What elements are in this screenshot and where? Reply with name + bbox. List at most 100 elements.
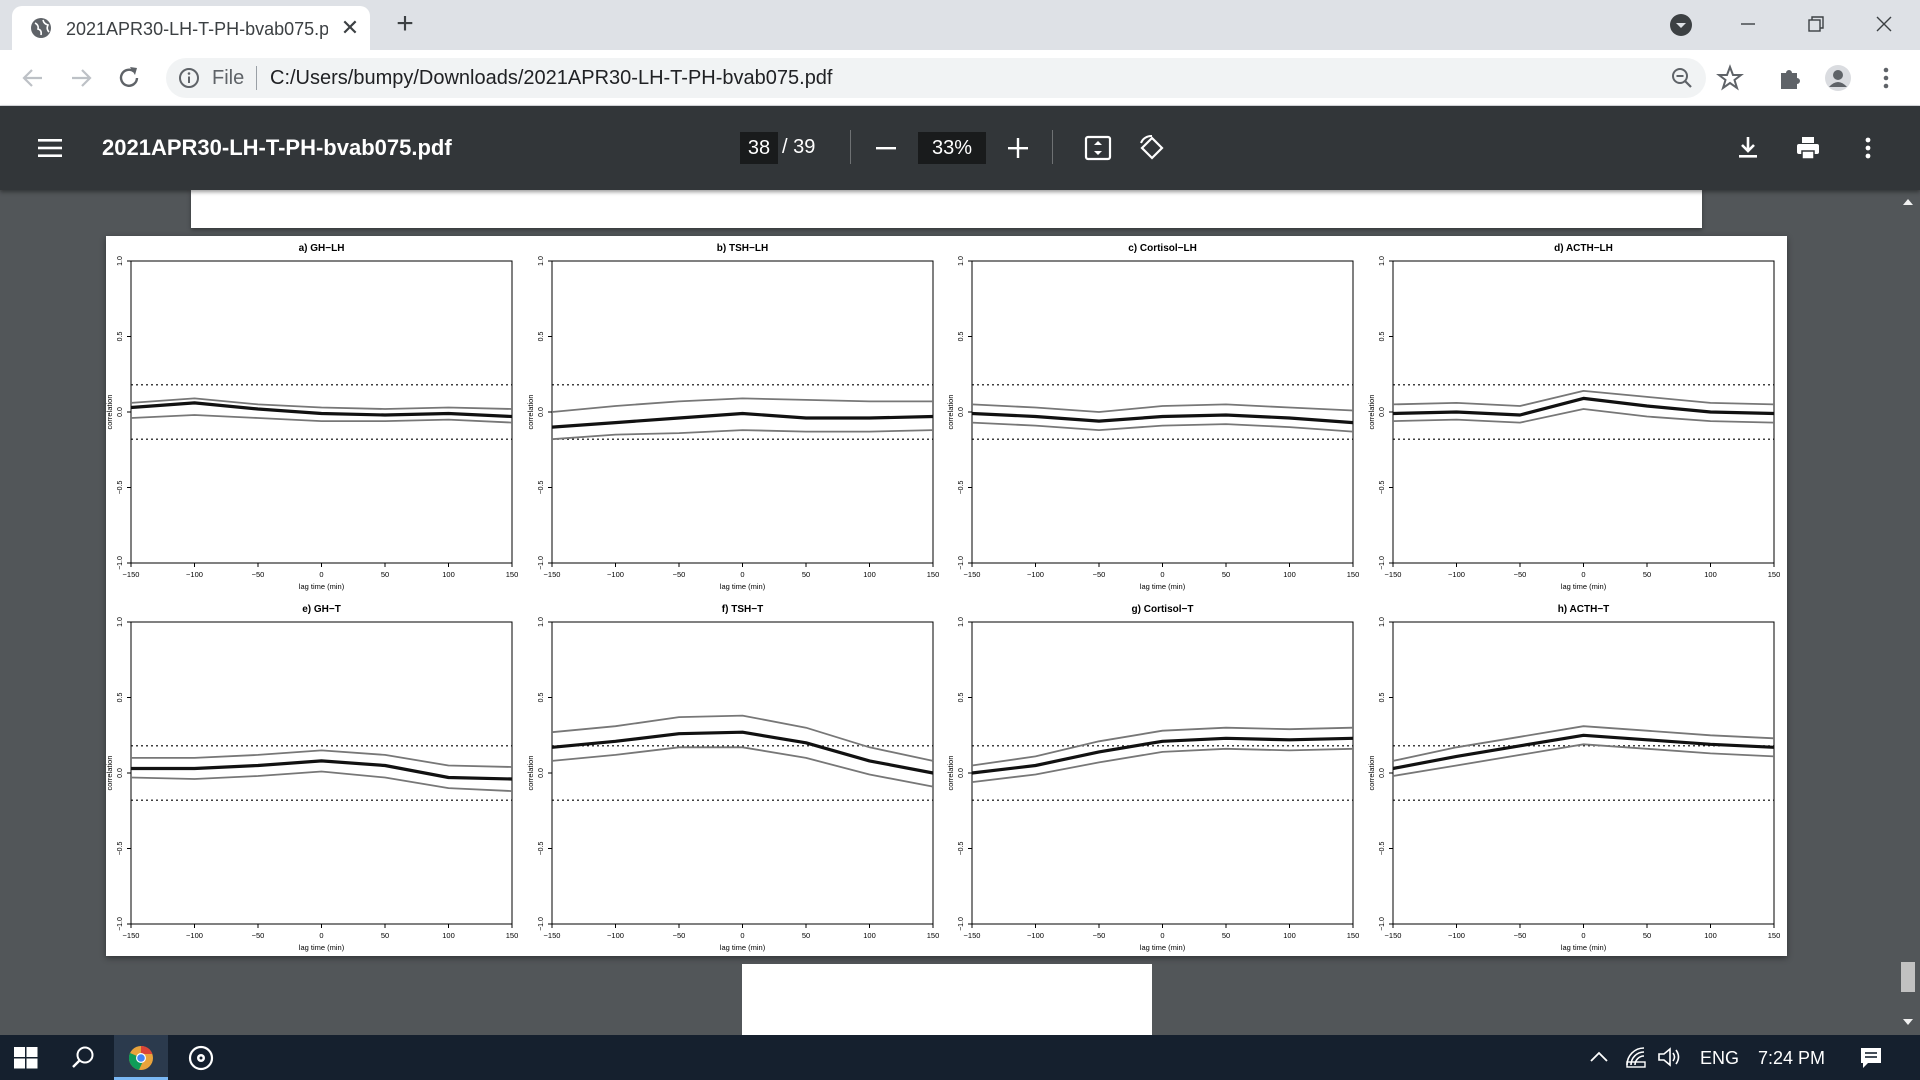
download-icon[interactable]	[1734, 134, 1762, 162]
y-axis-label: correlation	[946, 394, 955, 429]
band-line	[130, 770, 513, 792]
y-tick-label: 1.0	[117, 617, 124, 627]
restore-button[interactable]	[1796, 8, 1836, 38]
chart-title: g) Cortisol−T	[1132, 604, 1194, 615]
band-line	[971, 726, 1354, 767]
scroll-down-icon[interactable]	[1902, 1016, 1914, 1028]
pdf-document-title: 2021APR30-LH-T-PH-bvab075.pdf	[102, 135, 452, 160]
bookmark-star-icon[interactable]	[1716, 64, 1744, 92]
x-tick-label: 100	[1283, 570, 1296, 579]
x-tick-label: 100	[863, 570, 876, 579]
zoom-out-magnifier-icon[interactable]	[1670, 66, 1694, 90]
chart-title: c) Cortisol−LH	[1128, 243, 1197, 254]
network-wifi-icon[interactable]	[1624, 1045, 1648, 1069]
x-tick-label: 50	[802, 570, 810, 579]
y-tick-label: 0.5	[958, 693, 965, 703]
address-bar[interactable]: File C:/Users/bumpy/Downloads/2021APR30-…	[166, 58, 1706, 98]
x-tick-label: 100	[442, 931, 455, 940]
x-tick-label: −50	[1514, 570, 1527, 579]
forward-arrow-icon[interactable]	[66, 63, 96, 93]
page-total-label: / 39	[782, 136, 816, 158]
y-tick-label: −0.5	[1379, 480, 1386, 494]
x-tick-label: −50	[1093, 931, 1106, 940]
x-axis-label: lag time (min)	[1140, 582, 1186, 591]
browser-toolbar: File C:/Users/bumpy/Downloads/2021APR30-…	[0, 50, 1920, 106]
plot-frame	[971, 260, 1354, 564]
y-axis-label: correlation	[106, 755, 114, 790]
start-button[interactable]	[0, 1035, 52, 1080]
y-axis-label: correlation	[526, 394, 535, 429]
page-number-input[interactable]: 38	[740, 132, 778, 164]
chart-panel: g) Cortisol−T −150 −100 −50 0 50 100 150 −1.0 −0.…	[946, 604, 1359, 952]
figure-charts: a) GH−LH −150 −100 −50 0 50 100 150 −1.0 −0.5 0.0 0…	[106, 243, 1781, 952]
plot-frame	[551, 621, 934, 925]
y-tick-label: −0.5	[117, 841, 124, 855]
info-icon[interactable]	[178, 67, 200, 89]
y-tick-label: 1.0	[117, 256, 124, 266]
taskbar-chrome-app[interactable]	[114, 1035, 168, 1080]
taskbar-media-app[interactable]	[174, 1035, 228, 1080]
y-tick-label: 0.0	[958, 768, 965, 778]
chart-title: a) GH−LH	[299, 243, 345, 254]
hamburger-menu-icon[interactable]	[36, 134, 64, 162]
band-line	[971, 421, 1354, 433]
chevron-up-icon[interactable]	[1588, 1049, 1610, 1065]
profile-avatar-icon[interactable]	[1824, 64, 1852, 92]
x-axis-label: lag time (min)	[1561, 582, 1607, 591]
scrollbar[interactable]	[1896, 190, 1920, 1035]
x-tick-label: −150	[123, 570, 140, 579]
y-tick-label: −0.5	[538, 480, 545, 494]
y-tick-label: −1.0	[958, 556, 965, 570]
rotate-icon[interactable]	[1138, 134, 1166, 162]
url-text[interactable]: C:/Users/bumpy/Downloads/2021APR30-LH-T-…	[270, 67, 833, 90]
url-separator	[256, 66, 257, 90]
pdf-viewer-area[interactable]: a) GH−LH −150 −100 −50 0 50 100 150 −1.0 −0.5 0.0 0…	[0, 190, 1920, 1035]
y-tick-label: 1.0	[1379, 256, 1386, 266]
x-tick-label: −100	[186, 570, 203, 579]
chart-title: h) ACTH−T	[1558, 604, 1610, 615]
globe-icon	[31, 18, 51, 38]
reload-icon[interactable]	[114, 63, 144, 93]
chart-title: d) ACTH−LH	[1554, 243, 1613, 254]
browser-tab[interactable]: 2021APR30-LH-T-PH-bvab075.pdf ✕	[12, 6, 370, 50]
band-line	[551, 397, 933, 413]
x-tick-label: 50	[1643, 931, 1651, 940]
y-tick-label: 1.0	[538, 256, 545, 266]
more-options-icon[interactable]	[1854, 134, 1882, 162]
search-button[interactable]	[60, 1035, 106, 1080]
language-indicator[interactable]: ENG	[1700, 1048, 1739, 1069]
mean-correlation-line	[551, 730, 934, 775]
zoom-out-minus-icon[interactable]	[872, 134, 900, 162]
new-tab-button[interactable]: +	[390, 9, 420, 40]
zoom-level-input[interactable]: 33%	[918, 132, 986, 164]
print-icon[interactable]	[1794, 134, 1822, 162]
zoom-in-plus-icon[interactable]	[1004, 134, 1032, 162]
x-tick-label: 150	[1768, 570, 1781, 579]
x-tick-label: −100	[1448, 931, 1465, 940]
tab-close-button[interactable]: ✕	[338, 16, 362, 40]
x-tick-label: −150	[1385, 931, 1402, 940]
taskbar-clock[interactable]: 7:24 PM	[1758, 1048, 1825, 1069]
x-tick-label: 50	[381, 931, 389, 940]
fit-to-page-icon[interactable]	[1084, 134, 1112, 162]
y-tick-label: −0.5	[538, 841, 545, 855]
x-tick-label: 100	[863, 931, 876, 940]
x-tick-label: 50	[1222, 931, 1230, 940]
x-tick-label: 150	[1347, 570, 1360, 579]
minimize-button[interactable]	[1728, 8, 1768, 38]
x-tick-label: −50	[673, 931, 686, 940]
x-tick-label: 0	[1160, 570, 1164, 579]
back-arrow-icon[interactable]	[18, 63, 48, 93]
y-axis-label: correlation	[106, 394, 114, 429]
scrollbar-thumb[interactable]	[1901, 962, 1915, 992]
extensions-puzzle-icon[interactable]	[1776, 64, 1804, 92]
x-tick-label: 100	[1704, 931, 1717, 940]
chrome-menu-icon[interactable]	[1872, 64, 1900, 92]
x-tick-label: 50	[381, 570, 389, 579]
volume-icon[interactable]	[1656, 1045, 1682, 1069]
scroll-up-icon[interactable]	[1902, 196, 1914, 208]
notification-center-icon[interactable]	[1858, 1045, 1884, 1071]
close-window-button[interactable]	[1864, 8, 1904, 38]
restore-icon	[1808, 16, 1824, 32]
tab-search-icon[interactable]	[1668, 12, 1694, 38]
